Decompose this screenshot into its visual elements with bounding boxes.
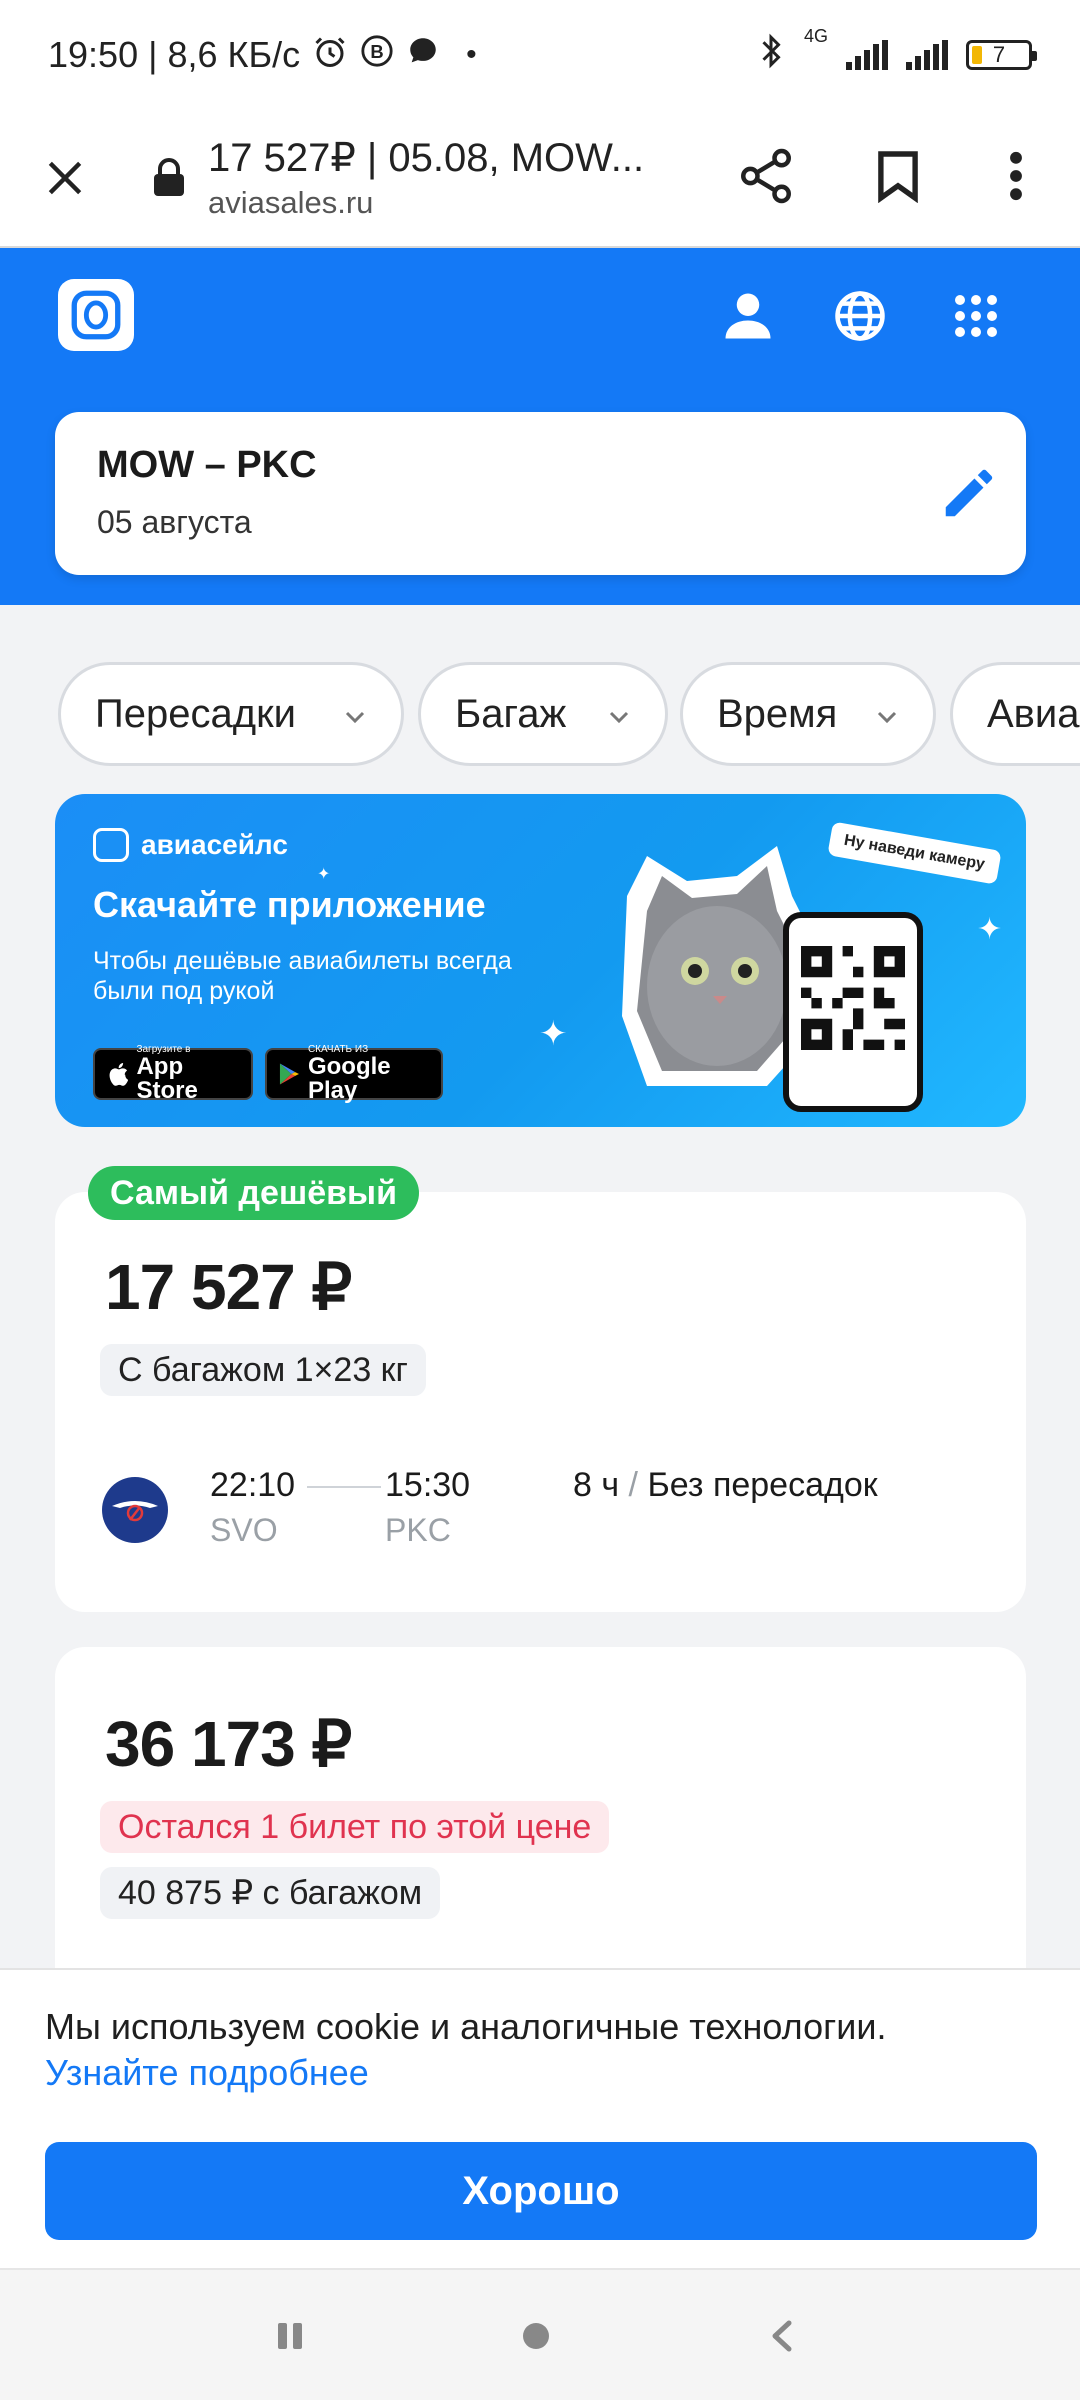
globe-icon[interactable] [828, 284, 892, 348]
route: MOW – PKC [97, 444, 317, 486]
signal-icon [846, 40, 888, 70]
profile-icon[interactable] [716, 284, 780, 348]
alarm-icon [312, 34, 348, 76]
banner-brand-name: авиасейлс [141, 829, 288, 860]
bluetooth-icon [756, 32, 786, 79]
route-line [307, 1486, 381, 1488]
app-download-banner[interactable]: авиасейлс Скачайте приложение Чтобы дешё… [55, 794, 1026, 1127]
duration-value: 8 ч [573, 1466, 620, 1504]
chat-bubble-icon [406, 34, 440, 77]
last-ticket-warning: Остался 1 билет по этой цене [100, 1801, 610, 1853]
banner-title: Скачайте приложение [93, 884, 486, 925]
battery-icon: 7 [966, 40, 1037, 70]
banner-brand: авиасейлс [93, 828, 288, 862]
filter-airlines[interactable]: Авиа [950, 662, 1080, 766]
cookie-learn-more-link[interactable]: Узнайте подробнее [45, 2052, 369, 2094]
google-play-label: Google Play [307, 1053, 391, 1104]
google-play-icon [279, 1063, 300, 1085]
address-bar[interactable]: 17 527₽ | 05.08, MOW... aviasales.ru [208, 135, 678, 221]
system-nav-bar [0, 2268, 1080, 2400]
search-date: 05 августа [97, 504, 252, 540]
share-icon[interactable] [730, 140, 802, 212]
filter-chips: Пересадки Багаж Время Авиа [58, 662, 1080, 766]
separator: / [628, 1466, 648, 1504]
sparkle-icon: ✦ [317, 866, 331, 883]
filter-label: Время [717, 691, 838, 736]
b-circle-icon: B [360, 34, 394, 77]
qr-code-icon [801, 946, 905, 1050]
search-summary-card[interactable]: MOW – PKC 05 августа [55, 412, 1026, 575]
chevron-down-icon [609, 711, 629, 724]
ticket-price: 17 527 ₽ [105, 1251, 352, 1323]
filter-label: Пересадки [95, 691, 296, 736]
filter-label: Авиа [987, 691, 1080, 736]
status-time-speed: 19:50 | 8,6 КБ/с [48, 34, 301, 75]
app-store-button[interactable]: Загрузите в App Store [93, 1045, 253, 1104]
filter-label: Багаж [455, 691, 567, 736]
svg-text:B: B [370, 41, 383, 62]
tab-title: 17 527₽ | 05.08, MOW... [208, 136, 645, 180]
arrive-airport: PKC [385, 1512, 451, 1548]
flight-duration: 8 ч / Без пересадок [573, 1466, 878, 1505]
back-icon[interactable] [760, 2314, 804, 2358]
dot-icon: • [466, 38, 477, 71]
signal-icon-2 [906, 40, 948, 70]
sparkle-icon: ✦ [977, 913, 1003, 946]
filter-transfers[interactable]: Пересадки [58, 662, 404, 766]
chevron-down-icon [345, 711, 365, 724]
stops-label: Без пересадок [647, 1466, 878, 1504]
phone-qr-illustration [783, 912, 923, 1112]
sparkle-icon: ✦ [539, 1015, 568, 1053]
cookie-accept-button[interactable]: Хорошо [45, 2142, 1037, 2240]
google-play-button[interactable]: СКАЧАТЬ ИЗ Google Play [265, 1045, 443, 1104]
browser-toolbar: 17 527₽ | 05.08, MOW... aviasales.ru [0, 110, 1080, 248]
banner-subtitle: Чтобы дешёвые авиабилеты всегда были под… [93, 947, 512, 1005]
aviasales-mini-logo [93, 828, 129, 862]
battery-level: 7 [992, 42, 1006, 67]
filter-baggage[interactable]: Багаж [418, 662, 668, 766]
depart-airport: SVO [210, 1512, 278, 1548]
baggage-price-pill: 40 875 ₽ с багажом [100, 1867, 441, 1919]
baggage-pill: С багажом 1×23 кг [100, 1344, 426, 1396]
cookie-banner: Мы используем cookie и аналогичные техно… [0, 1968, 1080, 2268]
apple-icon [109, 1062, 129, 1086]
home-icon[interactable] [514, 2314, 558, 2358]
aviasales-logo[interactable] [58, 279, 134, 351]
status-bar: 19:50 | 8,6 КБ/с B • 4G 7 [0, 0, 1080, 110]
cookie-text: Мы используем cookie и аналогичные техно… [45, 2006, 887, 2047]
filter-time[interactable]: Время [680, 662, 936, 766]
site-header: MOW – PKC 05 августа [0, 248, 1080, 605]
domain: aviasales.ru [208, 185, 374, 220]
network-label: 4G [803, 25, 828, 46]
lock-icon [152, 158, 186, 198]
apps-grid-icon[interactable] [944, 284, 1008, 348]
ticket-card[interactable]: 17 527 ₽ С багажом 1×23 кг 22:10 15:30 S… [55, 1192, 1026, 1612]
ticket-price: 36 173 ₽ [105, 1708, 352, 1780]
cheapest-badge: Самый дешёвый [88, 1166, 419, 1220]
airline-logo [102, 1477, 168, 1543]
chevron-down-icon [877, 711, 897, 724]
arrive-time: 15:30 [385, 1466, 471, 1504]
depart-time: 22:10 [210, 1466, 296, 1504]
close-icon[interactable] [30, 143, 100, 213]
banner-sticker: Ну наведи камеру [827, 821, 1002, 885]
recents-icon[interactable] [268, 2314, 312, 2358]
app-store-label: App Store [136, 1053, 198, 1104]
more-vert-icon[interactable] [980, 140, 1052, 212]
bookmark-icon[interactable] [862, 140, 934, 212]
edit-pencil-icon[interactable] [938, 462, 1000, 524]
